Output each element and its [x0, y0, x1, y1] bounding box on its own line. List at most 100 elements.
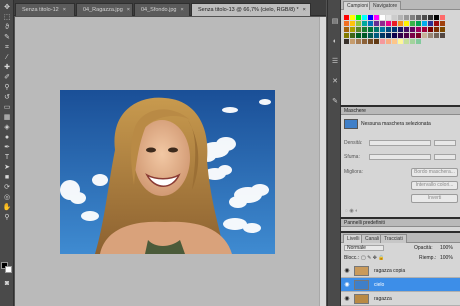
color-swatch[interactable]: [386, 33, 391, 38]
color-swatch[interactable]: [392, 27, 397, 32]
color-swatch[interactable]: [356, 15, 361, 20]
close-icon[interactable]: ×: [127, 7, 130, 13]
color-swatch[interactable]: [416, 21, 421, 26]
color-swatch[interactable]: [392, 33, 397, 38]
tab-campioni[interactable]: Campioni: [343, 1, 373, 10]
dodge-tool-icon[interactable]: ●: [2, 134, 12, 142]
color-swatch[interactable]: [362, 27, 367, 32]
color-swatch[interactable]: [404, 33, 409, 38]
quick-selection-tool-icon[interactable]: ✎: [2, 34, 12, 42]
zoom-tool-icon[interactable]: ⚲: [2, 214, 12, 222]
color-swatch[interactable]: [386, 15, 391, 20]
color-swatch[interactable]: [380, 27, 385, 32]
color-swatch[interactable]: [422, 33, 427, 38]
fill-value[interactable]: 100%: [440, 255, 453, 261]
color-swatch[interactable]: [404, 21, 409, 26]
color-swatch[interactable]: [380, 21, 385, 26]
3d-orbit-tool-icon[interactable]: ◎: [2, 194, 12, 202]
color-swatch[interactable]: [398, 33, 403, 38]
color-swatch[interactable]: [368, 27, 373, 32]
color-swatch[interactable]: [368, 15, 373, 20]
opacity-value[interactable]: 100%: [440, 245, 453, 251]
tab-04-sfondo[interactable]: 04_Sfondo.jpg ×: [134, 3, 190, 16]
color-swatch[interactable]: [380, 33, 385, 38]
color-swatch[interactable]: [416, 33, 421, 38]
color-swatch[interactable]: [356, 21, 361, 26]
eyedropper-tool-icon[interactable]: ∕: [2, 54, 12, 62]
color-swatch[interactable]: [374, 15, 379, 20]
pen-tool-icon[interactable]: ✒: [2, 144, 12, 152]
eraser-tool-icon[interactable]: ▭: [2, 104, 12, 112]
tab-senza-titolo-12[interactable]: Senza titolo-12 ×: [15, 3, 75, 16]
color-swatch[interactable]: [416, 15, 421, 20]
shape-tool-icon[interactable]: ■: [2, 174, 12, 182]
color-swatch[interactable]: [344, 33, 349, 38]
color-swatch[interactable]: [380, 39, 385, 44]
color-swatch[interactable]: [362, 39, 367, 44]
color-swatch[interactable]: [410, 33, 415, 38]
color-swatch[interactable]: [368, 21, 373, 26]
color-swatch[interactable]: [416, 39, 421, 44]
path-selection-tool-icon[interactable]: ➤: [2, 164, 12, 172]
color-swatch[interactable]: [428, 15, 433, 20]
background-color[interactable]: [5, 266, 12, 273]
color-swatch[interactable]: [422, 21, 427, 26]
color-swatch[interactable]: [374, 27, 379, 32]
color-swatch[interactable]: [356, 39, 361, 44]
vertical-scrollbar[interactable]: [319, 17, 326, 306]
layer-row-ragazza[interactable]: ◉ ragazza: [341, 292, 460, 306]
color-swatch[interactable]: [428, 21, 433, 26]
layer-row-ragazza-copia[interactable]: ◉ ragazza copia: [341, 264, 460, 278]
color-swatch[interactable]: [350, 39, 355, 44]
density-slider[interactable]: [369, 140, 431, 146]
crop-tool-icon[interactable]: ⌗: [2, 44, 12, 52]
color-swatch[interactable]: [392, 21, 397, 26]
color-swatch[interactable]: [428, 33, 433, 38]
blur-tool-icon[interactable]: ◈: [2, 124, 12, 132]
close-icon[interactable]: ×: [63, 7, 66, 13]
color-swatch[interactable]: [362, 21, 367, 26]
close-icon[interactable]: ×: [180, 7, 183, 13]
swatches-grid[interactable]: [344, 15, 448, 45]
color-swatch[interactable]: [398, 21, 403, 26]
layer-row-cielo[interactable]: ◉ cielo: [341, 278, 460, 292]
color-swatch[interactable]: [398, 39, 403, 44]
history-icon[interactable]: ☰: [331, 58, 339, 66]
history-brush-tool-icon[interactable]: ↺: [2, 94, 12, 102]
color-swatch[interactable]: [344, 39, 349, 44]
feather-field[interactable]: [434, 154, 456, 160]
feather-slider[interactable]: [369, 154, 431, 160]
gradient-tool-icon[interactable]: ▦: [2, 114, 12, 122]
color-swatch[interactable]: [422, 27, 427, 32]
palette-icon[interactable]: ▤: [331, 18, 339, 26]
tab-tracciati[interactable]: Tracciati: [380, 234, 407, 243]
density-field[interactable]: [434, 140, 456, 146]
color-swatch[interactable]: [386, 39, 391, 44]
color-swatch[interactable]: [416, 27, 421, 32]
eye-icon[interactable]: ◉: [343, 281, 351, 289]
color-swatch[interactable]: [440, 15, 445, 20]
canvas-workspace[interactable]: [15, 17, 319, 306]
color-swatch[interactable]: [350, 27, 355, 32]
color-swatch[interactable]: [410, 21, 415, 26]
move-tool-icon[interactable]: ✥: [2, 4, 12, 12]
color-swatch[interactable]: [386, 27, 391, 32]
color-swatch[interactable]: [410, 39, 415, 44]
eye-icon[interactable]: ◉: [343, 267, 351, 275]
color-swatch[interactable]: [392, 39, 397, 44]
color-swatch[interactable]: [410, 27, 415, 32]
color-swatch[interactable]: [440, 33, 445, 38]
color-swatch[interactable]: [344, 27, 349, 32]
color-swatch[interactable]: [362, 33, 367, 38]
type-tool-icon[interactable]: T: [2, 154, 12, 162]
color-swatch[interactable]: [362, 15, 367, 20]
healing-brush-tool-icon[interactable]: ✚: [2, 64, 12, 72]
tools-options-icon[interactable]: ✕: [331, 78, 339, 86]
color-swatch[interactable]: [434, 33, 439, 38]
color-swatch[interactable]: [386, 21, 391, 26]
brush-presets-icon[interactable]: ✎: [331, 98, 339, 106]
color-range-button[interactable]: Intervallo colori...: [411, 181, 458, 190]
adjustments-icon[interactable]: ◐: [331, 38, 339, 46]
color-swatch[interactable]: [356, 33, 361, 38]
marquee-tool-icon[interactable]: ⬚: [2, 14, 12, 22]
